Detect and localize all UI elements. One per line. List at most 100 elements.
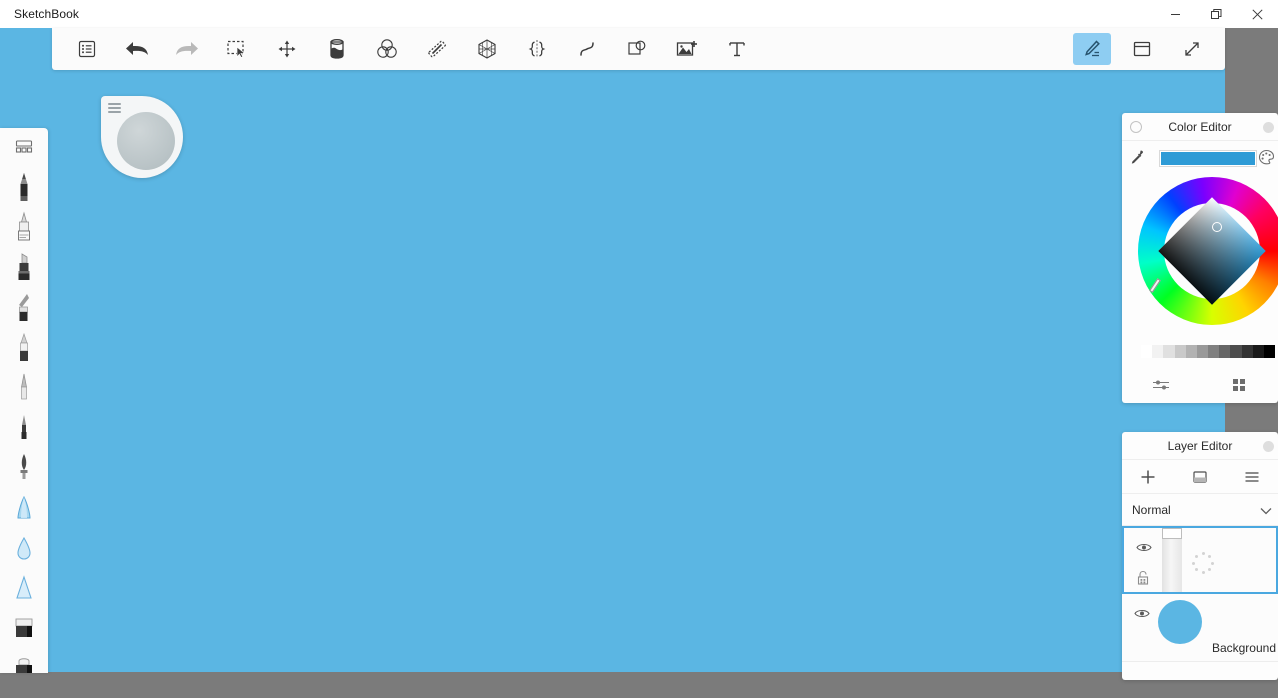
layer-thumbnail-cap (1162, 528, 1182, 539)
layer-row[interactable] (1122, 526, 1278, 594)
sliders-icon (1153, 380, 1169, 390)
application-window (0, 0, 1225, 672)
drawing-canvas[interactable] (0, 28, 1225, 672)
redo-arrow-icon (176, 42, 198, 55)
marker-button[interactable] (0, 208, 48, 248)
add-image-icon (676, 41, 697, 56)
grayscale-swatch-strip[interactable] (1141, 345, 1276, 358)
ui-layout-button[interactable] (1117, 29, 1167, 69)
soft-eraser-button[interactable] (0, 648, 48, 673)
color-swatch-row (1122, 141, 1278, 175)
transform-button[interactable] (262, 29, 312, 69)
ruler-icon (428, 40, 446, 58)
eyedropper-icon (1131, 150, 1143, 164)
eye-icon[interactable] (1134, 606, 1150, 624)
ballpoint-pen-icon (21, 415, 27, 439)
redo-button[interactable] (162, 29, 212, 69)
move-arrows-icon (278, 40, 296, 58)
hard-airbrush-button[interactable] (0, 568, 48, 608)
expand-diagonal-icon (1185, 42, 1199, 56)
fine-pen-button[interactable] (0, 368, 48, 408)
brush-palette (0, 128, 48, 673)
chisel-marker-icon (18, 253, 30, 280)
fine-pen-icon (21, 373, 27, 400)
symmetry-icon (528, 40, 546, 58)
add-image-button[interactable] (662, 29, 712, 69)
marker-tip-icon (18, 211, 30, 241)
paint-bucket-icon (330, 39, 344, 59)
eyedropper-button[interactable] (1130, 149, 1146, 170)
brush-library-button[interactable] (0, 128, 48, 168)
plus-icon (1141, 470, 1155, 483)
color-editor-close-dot-icon[interactable] (1263, 122, 1274, 133)
toolbar-right-group (1067, 29, 1217, 69)
shapes-overlap-icon (628, 40, 646, 55)
layer-editor-close-dot-icon[interactable] (1263, 441, 1274, 452)
eye-icon[interactable] (1136, 540, 1152, 558)
select-button[interactable] (212, 29, 262, 69)
color-selector-marker[interactable] (1212, 222, 1222, 232)
sliders-button[interactable] (1122, 377, 1200, 393)
restore-button[interactable] (1196, 0, 1237, 28)
title-bar: SketchBook (0, 0, 1278, 28)
airbrush-triangle-icon (16, 575, 32, 599)
chevron-down-icon (1259, 504, 1273, 522)
soft-eraser-icon (16, 658, 32, 673)
hamburger-lines-icon[interactable] (108, 103, 121, 113)
loading-spinner-icon (1192, 552, 1214, 574)
blend-mode-value: Normal (1132, 502, 1171, 517)
ballpoint-button[interactable] (0, 408, 48, 448)
symmetry-button[interactable] (512, 29, 562, 69)
perspective-button[interactable] (462, 29, 512, 69)
flat-brush-button[interactable] (0, 328, 48, 368)
layer-row[interactable]: Background (1122, 594, 1278, 662)
blend-mode-dropdown[interactable]: Normal (1122, 494, 1278, 526)
brush-preview[interactable] (117, 112, 175, 170)
color-editor-header: Color Editor (1122, 113, 1278, 141)
swatch-grid-button[interactable] (1200, 377, 1278, 393)
circle-outline-icon[interactable] (1130, 121, 1142, 133)
undo-button[interactable] (112, 29, 162, 69)
ruler-button[interactable] (412, 29, 462, 69)
grid-squares-icon (1233, 379, 1245, 391)
hard-eraser-icon (15, 618, 33, 637)
brush-puck[interactable] (101, 96, 183, 178)
shapes-button[interactable] (612, 29, 662, 69)
blender-button[interactable] (0, 528, 48, 568)
window-controls (1155, 0, 1278, 28)
french-curve-button[interactable] (562, 29, 612, 69)
brush-properties-button[interactable] (1073, 33, 1111, 65)
paintbrush-button[interactable] (0, 288, 48, 328)
palette-button[interactable] (1258, 149, 1275, 170)
chisel-marker-button[interactable] (0, 248, 48, 288)
pen-brush-icon (1085, 40, 1100, 57)
layer-editor-header: Layer Editor (1122, 432, 1278, 460)
color-editor-footer (1122, 371, 1278, 399)
perspective-grid-icon (478, 39, 496, 59)
duplicate-layer-button[interactable] (1174, 469, 1226, 485)
layer-thumbnail[interactable] (1158, 600, 1202, 644)
layer-menu-button[interactable] (1226, 470, 1278, 484)
color-editor-title: Color Editor (1168, 119, 1232, 134)
fill-button[interactable] (312, 29, 362, 69)
blend-button[interactable] (362, 29, 412, 69)
close-button[interactable] (1237, 0, 1278, 28)
pencil-button[interactable] (0, 168, 48, 208)
quill-button[interactable] (0, 448, 48, 488)
undo-arrow-icon (126, 42, 148, 55)
current-color-swatch[interactable] (1160, 151, 1256, 166)
paintbrush-icon (19, 294, 29, 321)
soft-airbrush-button[interactable] (0, 488, 48, 528)
fullscreen-button[interactable] (1167, 29, 1217, 69)
text-button[interactable] (712, 29, 762, 69)
unlock-icon[interactable] (1136, 570, 1150, 591)
top-toolbar (52, 28, 1225, 70)
hard-eraser-button[interactable] (0, 608, 48, 648)
menu-button[interactable] (62, 29, 112, 69)
layer-editor-panel: Layer Editor Normal Background (1122, 432, 1278, 680)
add-layer-button[interactable] (1122, 468, 1174, 486)
list-menu-icon (78, 40, 96, 58)
layer-name: Background (1211, 641, 1276, 655)
layer-toolbar (1122, 460, 1278, 494)
minimize-button[interactable] (1155, 0, 1196, 28)
